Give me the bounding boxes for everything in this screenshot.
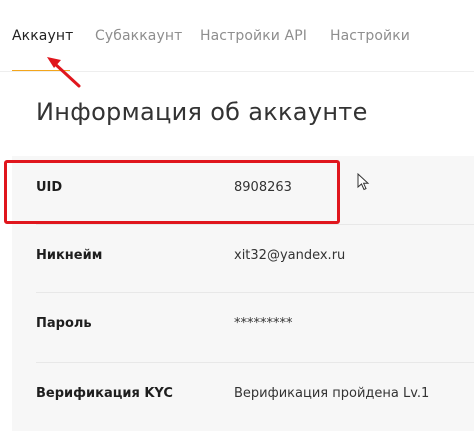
info-row-password: Пароль ********* bbox=[12, 292, 474, 360]
kyc-value: Верификация пройдена Lv.1 bbox=[234, 386, 430, 401]
tab-subaccount[interactable]: Субаккаунт bbox=[95, 28, 182, 44]
info-row-uid: UID 8908263 bbox=[12, 156, 474, 224]
info-row-kyc: Верификация KYC Верификация пройдена Lv.… bbox=[12, 362, 474, 430]
account-tabs: Аккаунт Субаккаунт Настройки API Настрой… bbox=[0, 0, 474, 72]
tab-api-settings[interactable]: Настройки API bbox=[200, 28, 307, 44]
tab-account[interactable]: Аккаунт bbox=[12, 28, 73, 44]
password-label: Пароль bbox=[36, 316, 92, 331]
password-value: ********* bbox=[234, 316, 293, 331]
account-info-panel: UID 8908263 Никнейм xit32@yandex.ru Паро… bbox=[12, 156, 474, 431]
tab-settings[interactable]: Настройки bbox=[330, 28, 410, 44]
nickname-value: xit32@yandex.ru bbox=[234, 248, 346, 263]
info-row-nickname: Никнейм xit32@yandex.ru bbox=[12, 224, 474, 292]
mouse-cursor-icon bbox=[357, 173, 370, 191]
nickname-label: Никнейм bbox=[36, 248, 103, 263]
page-title: Информация об аккаунте bbox=[36, 98, 368, 126]
account-info-section: Информация об аккаунте UID 8908263 Никне… bbox=[0, 72, 474, 431]
kyc-label: Верификация KYC bbox=[36, 386, 173, 401]
uid-value: 8908263 bbox=[234, 180, 292, 195]
uid-label: UID bbox=[36, 180, 63, 195]
